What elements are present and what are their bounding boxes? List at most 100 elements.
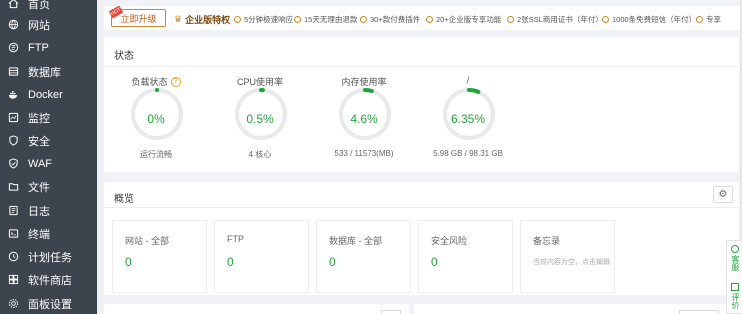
feature-icon	[426, 16, 433, 23]
feature-text: 2张SSL商用证书（年付）	[517, 15, 603, 24]
status-title: 状态	[114, 51, 134, 62]
sidebar-item-label: FTP	[28, 41, 49, 54]
gear-icon	[8, 298, 19, 309]
overview-title: 概览	[114, 194, 134, 205]
sidebar-item-1[interactable]: 网站	[0, 13, 97, 36]
overview-box[interactable]: 数据库 - 全部 0	[316, 220, 411, 293]
clock-icon	[8, 251, 19, 262]
overview-box[interactable]: 网站 - 全部 0	[112, 220, 207, 293]
status-gauge[interactable]: 内存使用率 4.6% 533 / 11573(MB)	[334, 75, 394, 170]
feature-text: 1000条免费短信（年付）	[612, 15, 697, 24]
feature-item[interactable]: 2张SSL商用证书（年付）	[507, 14, 603, 25]
enterprise-title-text: 企业版特权	[185, 15, 231, 25]
overview-label: FTP	[227, 234, 244, 244]
sidebar-item-label: WAF	[28, 157, 53, 170]
edit-icon	[731, 283, 739, 291]
sidebar-item-3[interactable]: 数据库	[0, 60, 97, 83]
feature-text: 20+企业版专享功能	[436, 15, 502, 24]
sidebar-item-label: 软件商店	[28, 274, 72, 287]
feature-icon	[602, 16, 609, 23]
feature-item[interactable]: 30+款付费插件	[360, 14, 420, 25]
help-icon[interactable]: ?	[170, 76, 181, 87]
overview-label: 安全风险	[431, 236, 468, 246]
gauge-value: 0.5%	[246, 112, 274, 126]
folder-icon	[8, 181, 19, 192]
feature-icon	[696, 16, 703, 23]
card-action-button[interactable]	[679, 310, 719, 314]
feature-item[interactable]: 专享	[696, 14, 721, 25]
sidebar-item-label: 监控	[28, 112, 50, 125]
gauge-value: 0%	[147, 112, 165, 126]
feedback-button[interactable]: 评价	[730, 293, 741, 309]
database-icon	[8, 66, 19, 77]
overview-value: 0	[431, 255, 438, 269]
upgrade-button-label: 立即升级	[120, 13, 157, 24]
overview-value: 0	[329, 255, 336, 269]
sidebar-item-label: 日志	[28, 205, 50, 218]
feature-text: 5分钟极速响应	[244, 15, 294, 24]
overview-box[interactable]: 安全风险 0	[418, 220, 513, 293]
status-card: 状态 负载状态? 0% 运行流畅 CPU使用率 0.5% 4 核心 内存使用率 4.6% 533…	[104, 37, 739, 172]
customer-service-button[interactable]: 客服	[730, 255, 741, 271]
crown-icon: ♛	[174, 14, 183, 24]
feature-text: 专享	[706, 15, 721, 24]
gear-icon: ⚙	[718, 189, 728, 200]
sidebar-item-2[interactable]: FTP	[0, 36, 97, 59]
feature-item[interactable]: 20+企业版专享功能	[426, 14, 501, 25]
card-action-button[interactable]	[381, 310, 401, 314]
overview-label: 数据库 - 全部	[329, 236, 382, 246]
feature-icon	[360, 16, 367, 23]
sidebar-item-label: 终端	[28, 228, 50, 241]
feature-icon	[294, 16, 301, 23]
feature-item[interactable]: 5分钟极速响应	[234, 14, 293, 25]
feature-item[interactable]: 1000条免费短信（年付）	[602, 14, 696, 25]
status-gauge[interactable]: / 6.35% 5.98 GB / 98.31 GB	[433, 75, 503, 170]
ftp-icon	[8, 42, 19, 53]
gauge-value: 6.35%	[450, 112, 486, 126]
feature-text: 30+款付费插件	[370, 15, 421, 24]
status-gauge[interactable]: CPU使用率 0.5% 4 核心	[230, 75, 290, 170]
overview-settings-button[interactable]: ⚙	[713, 186, 733, 203]
bottom-card-left	[104, 304, 409, 314]
overview-box[interactable]: 备忘录 当前内容为空，点击编辑	[520, 220, 615, 293]
sidebar-item-label: 文件	[28, 181, 50, 194]
service-icon	[731, 245, 739, 253]
overview-box[interactable]: FTP 0	[214, 220, 309, 293]
sidebar-item-label: 数据库	[28, 66, 61, 79]
divider	[104, 66, 739, 67]
divider	[104, 207, 739, 208]
sidebar-item-label: 网站	[28, 19, 50, 32]
sidebar-item-12[interactable]: 软件商店	[0, 268, 97, 291]
terminal-icon	[8, 228, 19, 239]
overview-card: 概览 ⚙ 网站 - 全部 0 FTP 0 数据库 - 全部 0 安全风险 0 备忘录 当前内容为空…	[104, 182, 739, 295]
status-gauge[interactable]: 负载状态? 0% 运行流畅	[126, 75, 186, 170]
feature-text: 15天无理由退款	[304, 15, 358, 24]
sidebar-item-13[interactable]: 面板设置	[0, 292, 97, 314]
sidebar-item-label: 安全	[28, 135, 50, 148]
sidebar-item-label: 首页	[28, 0, 50, 11]
waf-icon	[8, 158, 19, 169]
enterprise-banner: 立即升级 HOT ♛ 企业版特权 5分钟极速响应 15天无理由退款 30+款付费插件…	[104, 6, 742, 30]
globe-icon	[8, 19, 19, 30]
enterprise-privilege-title[interactable]: ♛ 企业版特权	[174, 13, 230, 26]
home-icon	[8, 0, 19, 9]
sidebar-item-10[interactable]: 终端	[0, 222, 97, 245]
docker-icon	[8, 89, 19, 100]
sidebar-item-5[interactable]: 监控	[0, 106, 97, 129]
feature-icon	[507, 16, 514, 23]
sidebar-item-11[interactable]: 计划任务	[0, 245, 97, 268]
sidebar-item-4[interactable]: Docker	[0, 83, 97, 106]
gauge-label: /	[466, 75, 470, 85]
feature-icon	[234, 16, 241, 23]
sidebar-item-9[interactable]: 日志	[0, 199, 97, 222]
float-toolbar: 客服 评价	[726, 240, 742, 314]
log-icon	[8, 205, 19, 216]
sidebar-item-label: 面板设置	[28, 298, 72, 311]
shield-icon	[8, 135, 19, 146]
sidebar-item-8[interactable]: 文件	[0, 175, 97, 198]
memo-placeholder[interactable]: 当前内容为空，点击编辑	[533, 257, 613, 267]
sidebar-item-label: 计划任务	[28, 251, 72, 264]
feature-item[interactable]: 15天无理由退款	[294, 14, 357, 25]
monitor-icon	[8, 112, 19, 123]
sidebar-item-label: Docker	[28, 88, 63, 101]
